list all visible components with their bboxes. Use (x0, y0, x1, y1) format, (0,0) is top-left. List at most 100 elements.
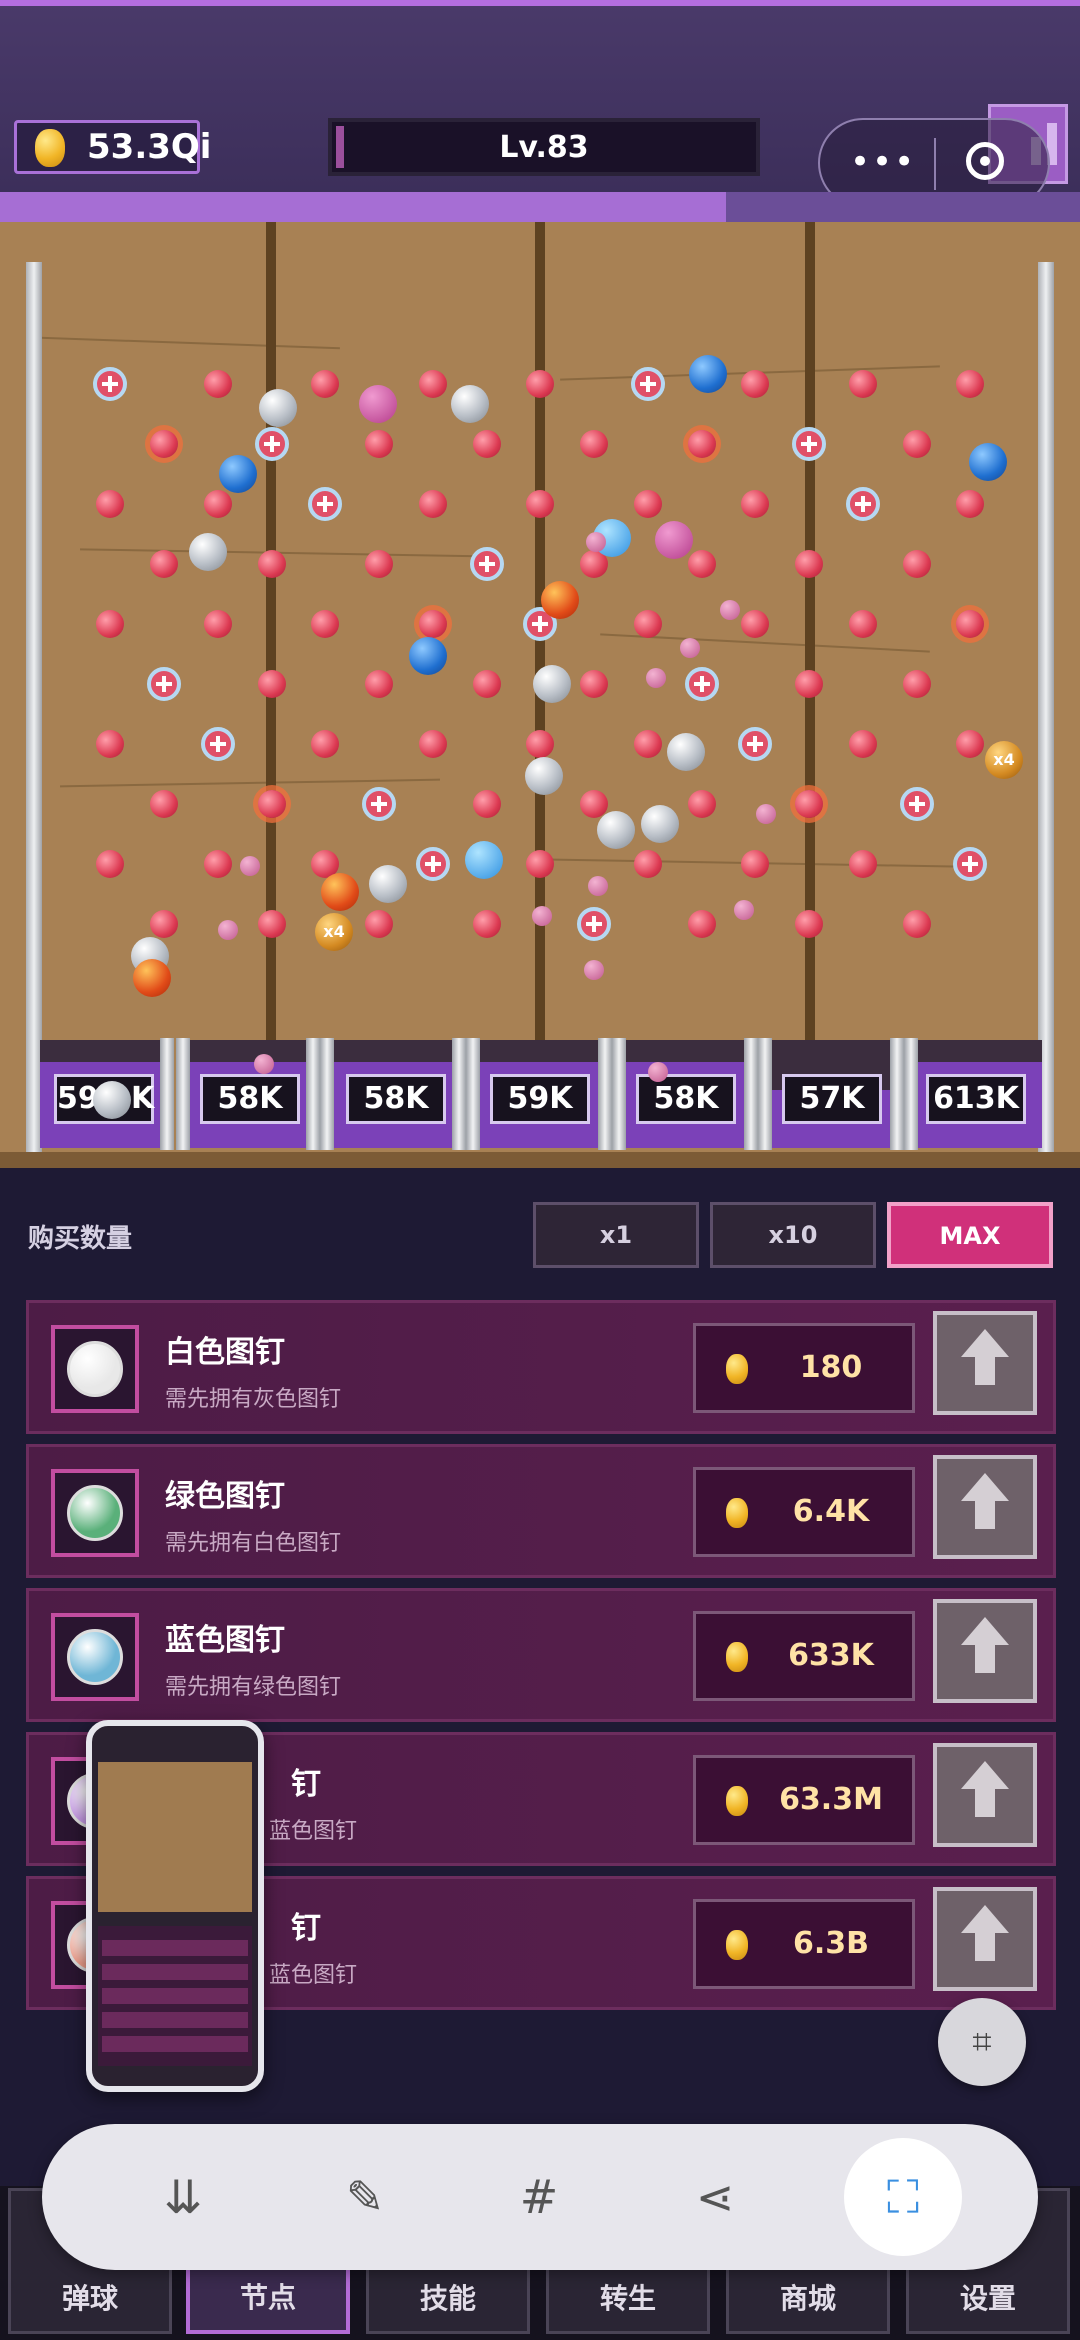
pink-ball-icon (218, 920, 238, 940)
red-peg (257, 670, 286, 698)
item-price: 63.3M (693, 1755, 915, 1845)
grey-ball-icon (525, 757, 563, 795)
red-peg (526, 490, 554, 518)
more-options-icon[interactable]: ••• (850, 142, 916, 182)
red-peg (96, 730, 124, 758)
red-peg (633, 850, 662, 878)
red-peg (687, 550, 716, 578)
item-price-value: 180 (799, 1350, 863, 1385)
red-peg (902, 670, 931, 698)
quantity-max-button[interactable]: MAX (887, 1202, 1053, 1268)
bucket-divider-post (598, 1038, 612, 1150)
red-peg (203, 610, 232, 638)
red-peg (526, 850, 554, 878)
upgrade-button[interactable] (933, 1311, 1037, 1415)
red-peg (848, 850, 877, 878)
red-peg (848, 730, 877, 758)
red-peg (150, 550, 178, 578)
scan-text-icon[interactable]: ⌗ (938, 1998, 1026, 2086)
tab-label: 技能 (419, 2282, 476, 2315)
red-peg (203, 370, 232, 398)
red-peg (311, 610, 339, 638)
quantity-x10-button[interactable]: x10 (710, 1202, 876, 1268)
hashtag-icon[interactable]: # (502, 2160, 576, 2234)
upgrade-button[interactable] (933, 1887, 1037, 1991)
screenshot-thumbnail[interactable] (86, 1720, 264, 2092)
bucket-value: 613K (926, 1074, 1026, 1124)
coin-icon (726, 1354, 748, 1384)
grey-ball-icon (369, 865, 407, 903)
red-peg (311, 370, 339, 398)
red-peg (203, 490, 232, 518)
fire-ball-icon (541, 581, 579, 619)
upgrade-button[interactable] (933, 1455, 1037, 1559)
experience-bar (0, 192, 1080, 222)
item-requirement: 需先拥有灰色图钉 (165, 1387, 342, 1412)
item-name: 钉 (291, 1911, 321, 1946)
blue-cross-peg (845, 487, 880, 521)
edit-icon[interactable]: ✎ (328, 2160, 402, 2234)
pin-swatch (67, 1629, 123, 1685)
share-icon[interactable]: ⋖ (678, 2160, 752, 2234)
blue-cross-peg (93, 367, 127, 401)
thumbnail-row (102, 2036, 248, 2052)
red-peg (795, 550, 823, 578)
thumbnail-row (102, 1988, 248, 2004)
red-peg (150, 790, 178, 818)
pink-ball-icon (240, 856, 260, 876)
red-peg (902, 430, 931, 458)
fullscreen-capture-icon[interactable]: ⛶ (844, 2138, 962, 2256)
bucket-divider-post (176, 1038, 190, 1150)
coin-icon (726, 1642, 748, 1672)
pink-ball-icon (756, 804, 776, 824)
shop-item: 绿色图钉 需先拥有白色图钉 6.4K (26, 1444, 1056, 1578)
item-price: 633K (693, 1611, 915, 1701)
pink-ball-icon (532, 906, 552, 926)
orange-peg (418, 610, 447, 638)
coin-icon (726, 1498, 748, 1528)
red-peg (633, 610, 662, 638)
pink-ball-icon (646, 668, 666, 688)
right-wall (1038, 262, 1054, 1152)
blue-cross-peg (630, 367, 665, 401)
pin-swatch (67, 1341, 123, 1397)
item-price: 6.4K (693, 1467, 915, 1557)
blue-cross-peg (899, 787, 934, 821)
red-peg (795, 910, 823, 938)
shop-item: 蓝色图钉 需先拥有绿色图钉 633K (26, 1588, 1056, 1722)
red-peg (633, 730, 662, 758)
thumbnail-board (98, 1762, 252, 1912)
blue-ball-icon (969, 443, 1007, 481)
upgrade-button[interactable] (933, 1599, 1037, 1703)
bucket-value: 59K (490, 1074, 590, 1124)
bucket-value: 58K (200, 1074, 300, 1124)
score-bucket: 58K (186, 1040, 316, 1148)
item-price: 180 (693, 1323, 915, 1413)
red-peg (418, 490, 447, 518)
multiplier-ball-icon: x4 (315, 913, 353, 951)
close-miniprogram-icon[interactable] (966, 142, 1004, 180)
quantity-x1-button[interactable]: x1 (533, 1202, 699, 1268)
scroll-capture-icon[interactable]: ⇊ (146, 2160, 220, 2234)
blue-cross-peg (469, 547, 504, 581)
red-peg (956, 490, 984, 518)
red-peg (687, 910, 716, 938)
score-bucket: 58K (332, 1040, 462, 1148)
bucket-divider-post (452, 1038, 466, 1150)
orange-peg (956, 610, 984, 638)
level-progress-bar: Lv.83 (328, 118, 760, 176)
upgrade-button[interactable] (933, 1743, 1037, 1847)
score-bucket: 613K (912, 1040, 1042, 1148)
red-peg (633, 490, 662, 518)
red-peg (741, 610, 769, 638)
red-peg (526, 370, 554, 398)
thumbnail-row (102, 1940, 248, 1956)
red-peg (365, 430, 393, 458)
purple-ball-icon (359, 385, 397, 423)
bucket-divider-post (744, 1038, 758, 1150)
fire-ball-icon (133, 959, 171, 997)
board-texture (60, 778, 440, 788)
board-bottom (0, 1152, 1080, 1168)
red-peg (150, 910, 178, 938)
bucket-divider-post (612, 1038, 626, 1150)
